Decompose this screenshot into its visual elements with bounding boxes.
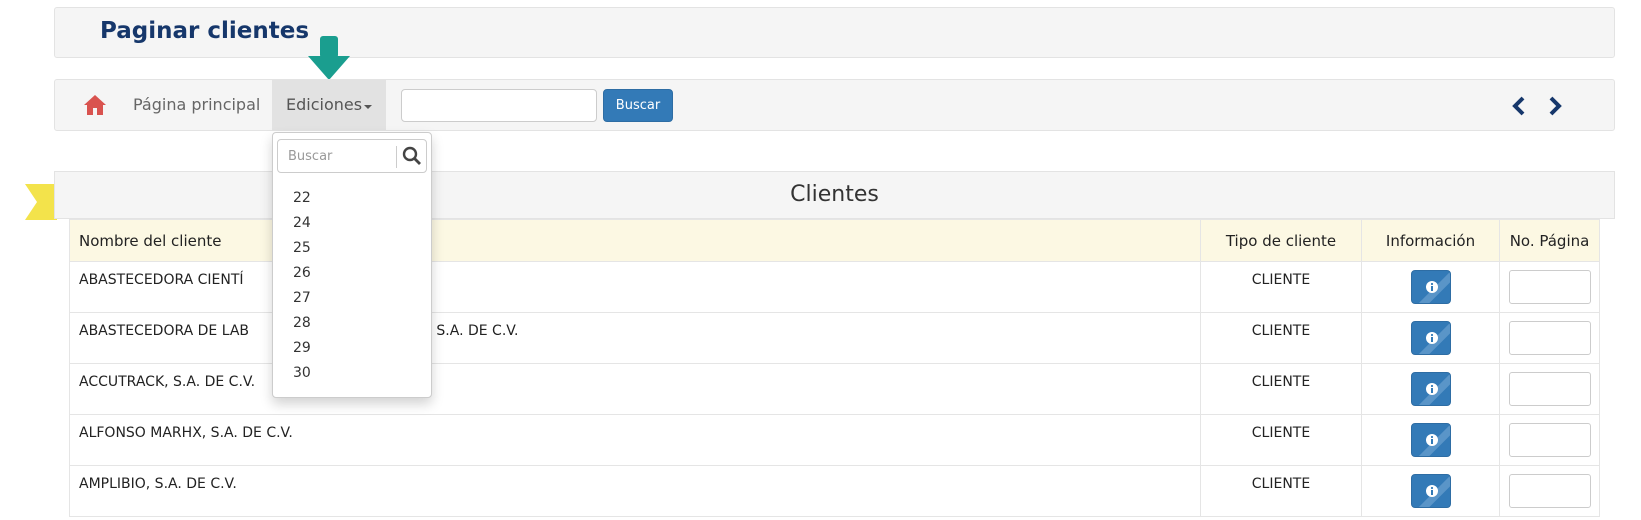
dropdown-item[interactable]: 25: [293, 240, 311, 256]
info-icon: [1425, 332, 1438, 344]
dropdown-search-input[interactable]: Buscar: [277, 139, 427, 173]
client-name: AMPLIBIO, S.A. DE C.V.: [79, 476, 237, 492]
ediciones-dropdown-menu: Buscar 22 24 25 26 27 28 29 30: [272, 132, 432, 398]
page-cell: [1499, 261, 1600, 313]
info-cell: [1361, 363, 1500, 415]
table-row: AMPLIBIO, S.A. DE C.V. CLIENTE: [69, 465, 1600, 517]
caret-down-icon: [364, 105, 372, 109]
chevron-right-icon[interactable]: [1547, 96, 1563, 116]
page-number-input[interactable]: [1508, 321, 1591, 355]
info-icon: [1425, 485, 1438, 497]
info-cell: [1361, 312, 1500, 364]
client-name: ABASTECEDORA CIENTÍ: [79, 272, 244, 288]
column-header-name: Nombre del cliente: [69, 219, 1201, 262]
dropdown-item[interactable]: 30: [293, 365, 311, 381]
page-cell: [1499, 414, 1600, 466]
page-title: Paginar clientes: [100, 18, 310, 44]
dropdown-item[interactable]: 26: [293, 265, 311, 281]
column-header-type: Tipo de cliente: [1200, 219, 1362, 262]
page-number-input[interactable]: [1508, 474, 1591, 508]
ediciones-dropdown-toggle[interactable]: Ediciones: [272, 80, 386, 131]
client-type: CLIENTE: [1200, 363, 1362, 415]
client-type: CLIENTE: [1200, 261, 1362, 313]
client-type: CLIENTE: [1200, 312, 1362, 364]
client-name-cell: AMPLIBIO, S.A. DE C.V.: [69, 465, 1201, 517]
info-button[interactable]: [1410, 423, 1451, 457]
dropdown-item[interactable]: 22: [293, 190, 311, 206]
info-cell: [1361, 414, 1500, 466]
dropdown-item[interactable]: 24: [293, 215, 311, 231]
search-button[interactable]: Buscar: [603, 89, 673, 122]
home-icon[interactable]: [83, 94, 107, 116]
nav-home-link[interactable]: Página principal: [133, 95, 260, 114]
column-header-info: Información: [1361, 219, 1500, 262]
client-name: ABASTECEDORA DE LAB: [79, 323, 250, 339]
search-icon[interactable]: [402, 146, 422, 166]
ribbon-decoration: [25, 184, 57, 220]
ediciones-label: Ediciones: [286, 95, 363, 114]
client-name-cell: ALFONSO MARHX, S.A. DE C.V.: [69, 414, 1201, 466]
dropdown-item[interactable]: 27: [293, 290, 311, 306]
client-type: CLIENTE: [1200, 414, 1362, 466]
info-cell: [1361, 261, 1500, 313]
table-row: ALFONSO MARHX, S.A. DE C.V. CLIENTE: [69, 414, 1600, 466]
info-icon: [1425, 434, 1438, 446]
page-number-input[interactable]: [1508, 372, 1591, 406]
navbar: Página principal Ediciones Buscar: [54, 79, 1615, 131]
header-panel: Paginar clientes: [54, 7, 1615, 58]
client-name-cell: ABASTECEDORA DE LAB CITALES, S.A. DE C.V.: [69, 312, 1201, 364]
client-name-cell: ACCUTRACK, S.A. DE C.V.: [69, 363, 1201, 415]
page-cell: [1499, 363, 1600, 415]
info-button[interactable]: [1410, 270, 1451, 304]
page-cell: [1499, 465, 1600, 517]
info-button[interactable]: [1410, 372, 1451, 406]
info-button[interactable]: [1410, 474, 1451, 508]
info-cell: [1361, 465, 1500, 517]
dropdown-search-placeholder: Buscar: [288, 149, 333, 164]
info-icon: [1425, 281, 1438, 293]
dropdown-item[interactable]: 29: [293, 340, 311, 356]
chevron-left-icon[interactable]: [1511, 96, 1527, 116]
client-name-cell: ABASTECEDORA CIENTÍA.: [69, 261, 1201, 313]
client-type: CLIENTE: [1200, 465, 1362, 517]
column-header-page: No. Página: [1499, 219, 1600, 262]
page-number-input[interactable]: [1508, 270, 1591, 304]
dropdown-item[interactable]: 28: [293, 315, 311, 331]
client-name: ACCUTRACK, S.A. DE C.V.: [79, 374, 256, 390]
page-cell: [1499, 312, 1600, 364]
client-name: ALFONSO MARHX, S.A. DE C.V.: [79, 425, 293, 441]
arrow-down-icon: [308, 36, 350, 80]
search-input[interactable]: [401, 89, 597, 122]
page-number-input[interactable]: [1508, 423, 1591, 457]
info-button[interactable]: [1410, 321, 1451, 355]
info-icon: [1425, 383, 1438, 395]
dropdown-search-divider: [396, 146, 397, 168]
